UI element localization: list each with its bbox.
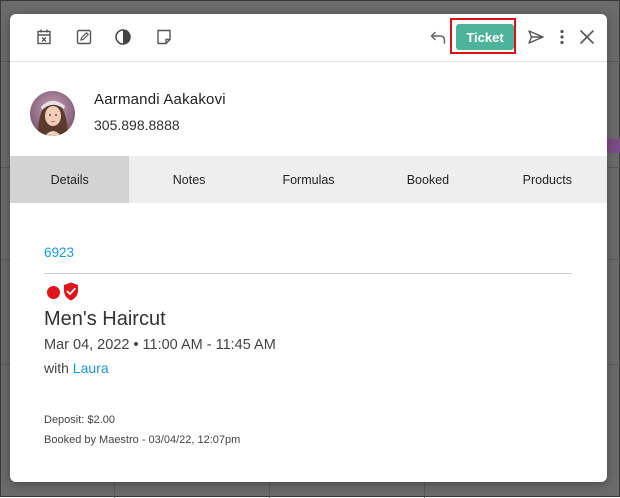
staff-link[interactable]: Laura <box>73 360 109 376</box>
bullet-separator: • <box>133 337 139 353</box>
client-phone: 305.898.8888 <box>94 117 180 133</box>
appointment-time-range: 11:00 AM - 11:45 AM <box>142 337 276 353</box>
tab-formulas[interactable]: Formulas <box>249 156 368 203</box>
backdrop-line <box>114 483 115 498</box>
service-name: Men's Haircut <box>44 308 166 330</box>
staff-line: with Laura <box>44 360 109 376</box>
details-divider <box>44 273 572 274</box>
deposit-text: Deposit: $2.00 <box>44 414 115 426</box>
booked-by-text: Booked by Maestro - 03/04/22, 12:07pm <box>44 434 241 446</box>
with-prefix: with <box>44 360 69 376</box>
tab-bar: Details Notes Formulas Booked Products <box>10 156 607 203</box>
send-icon[interactable] <box>525 26 547 48</box>
appointment-modal: Ticket Aarmandi Aakakovi 305.898.8888 De… <box>10 14 607 482</box>
edit-icon[interactable] <box>73 26 95 48</box>
backdrop-line <box>269 483 270 498</box>
tab-booked[interactable]: Booked <box>368 156 487 203</box>
status-dot-icon <box>47 286 60 299</box>
reply-icon[interactable] <box>427 26 449 48</box>
client-name: Aarmandi Aakakovi <box>94 91 226 108</box>
tab-products[interactable]: Products <box>488 156 607 203</box>
contrast-icon[interactable] <box>112 26 134 48</box>
appointment-datetime: Mar 04, 2022 • 11:00 AM - 11:45 AM <box>44 337 276 353</box>
ticket-button[interactable]: Ticket <box>456 24 514 50</box>
client-avatar <box>30 91 75 136</box>
more-vert-icon[interactable] <box>551 26 573 48</box>
backdrop-line <box>424 483 425 498</box>
shield-check-icon <box>64 282 78 301</box>
tab-details[interactable]: Details <box>10 156 130 203</box>
modal-toolbar: Ticket <box>10 14 607 62</box>
cancel-calendar-icon[interactable] <box>33 26 55 48</box>
close-icon[interactable] <box>576 26 598 48</box>
appointment-id-link[interactable]: 6923 <box>44 245 74 260</box>
appointment-date: Mar 04, 2022 <box>44 337 130 353</box>
note-icon[interactable] <box>153 26 175 48</box>
tab-notes[interactable]: Notes <box>129 156 248 203</box>
